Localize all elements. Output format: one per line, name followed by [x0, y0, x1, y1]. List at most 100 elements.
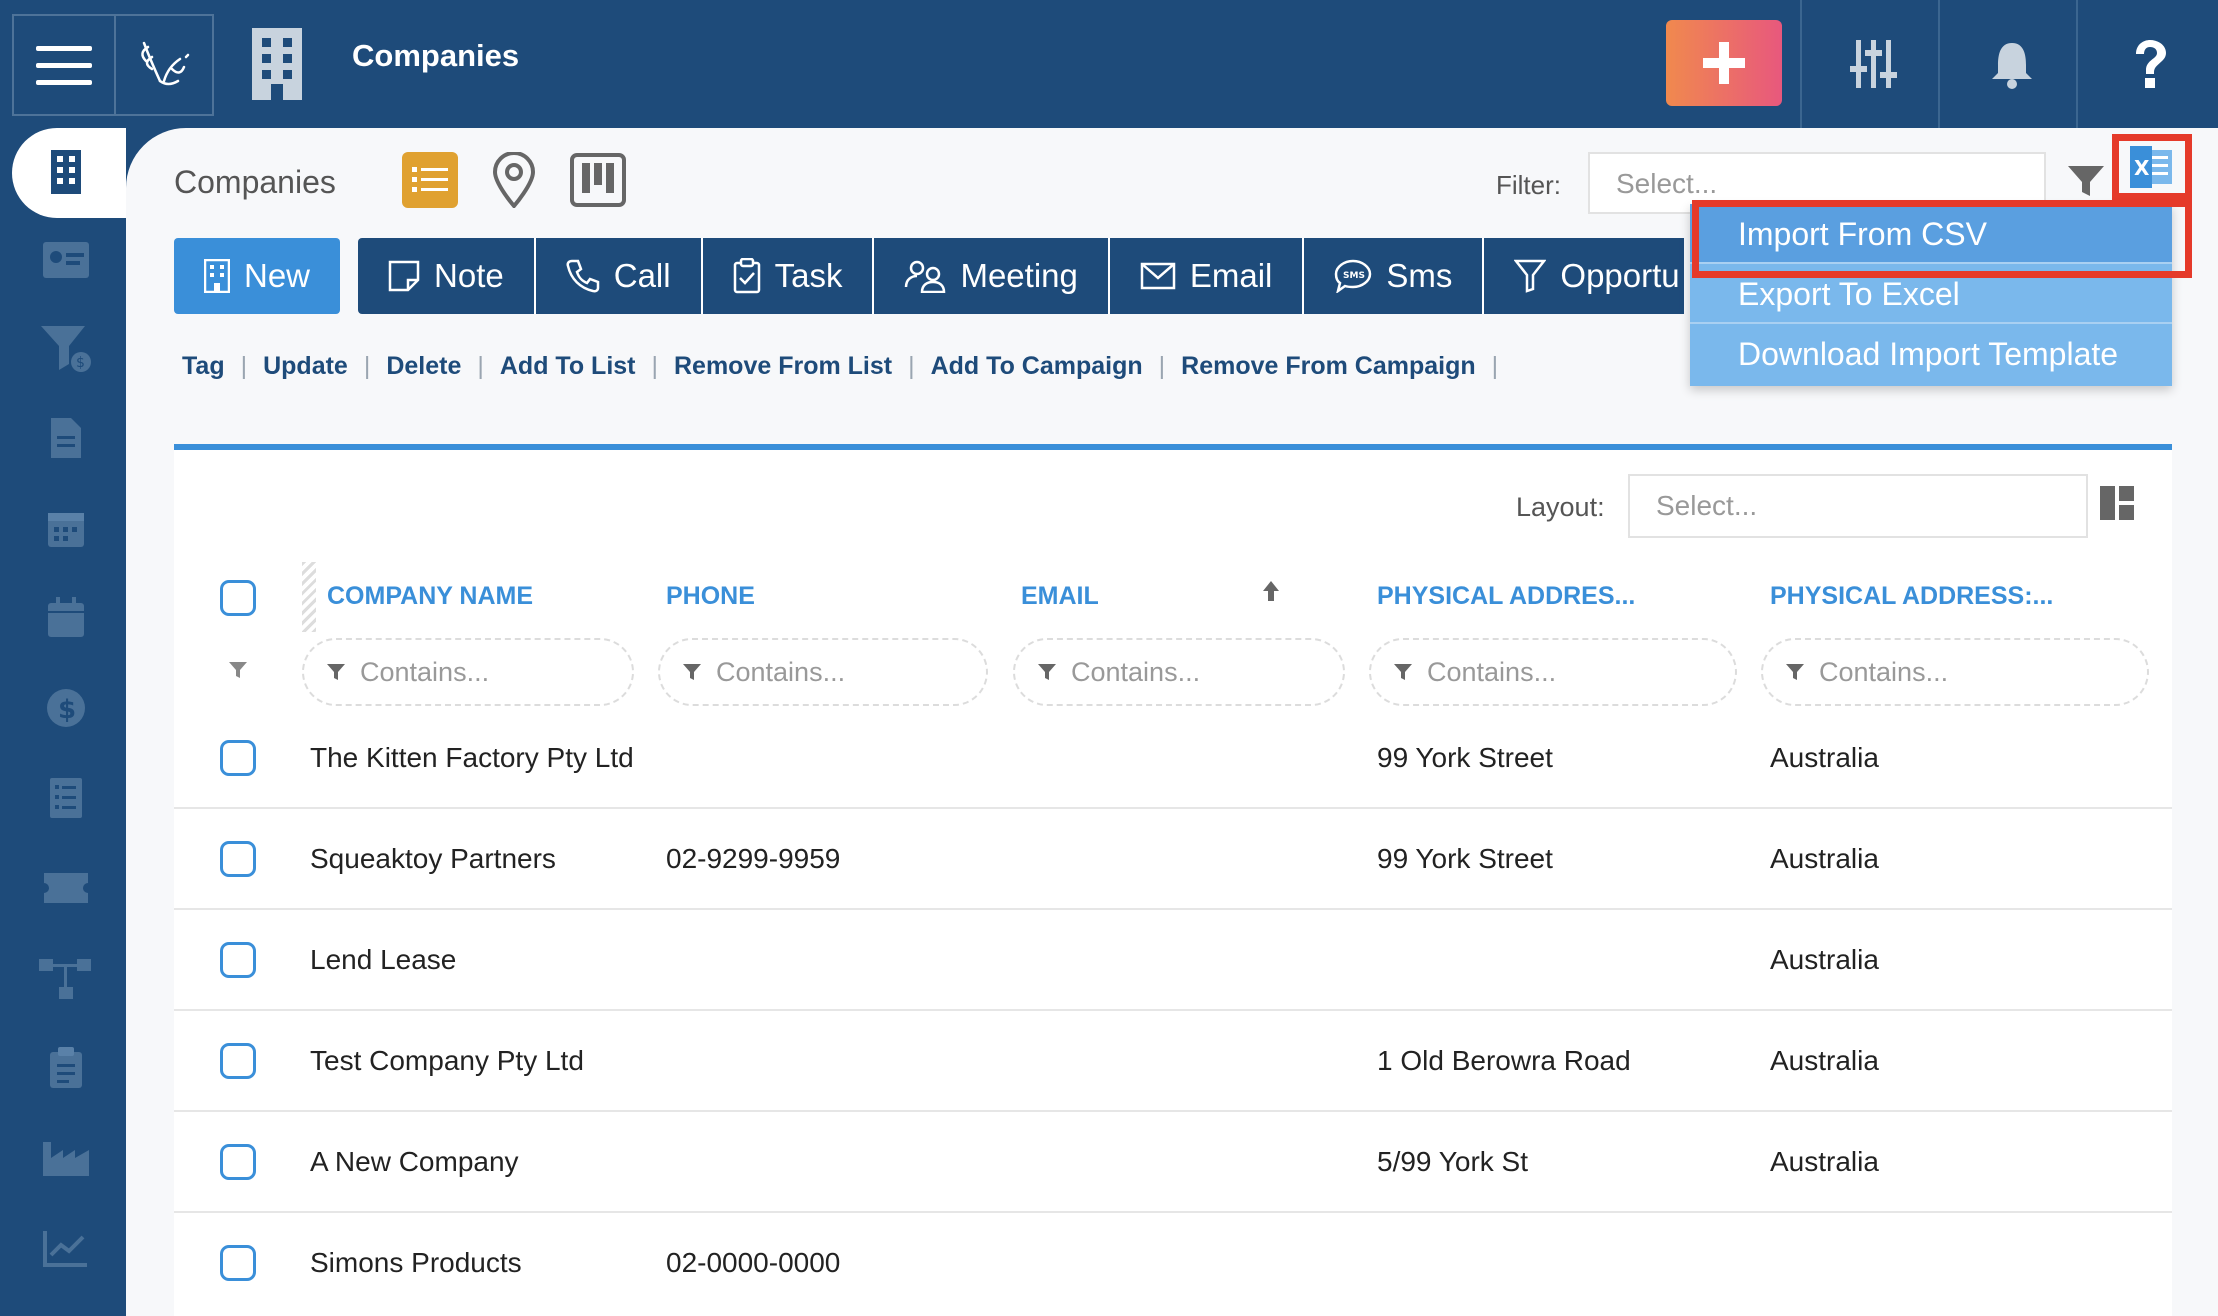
- contacts-card-icon[interactable]: [30, 230, 102, 290]
- workflow-icon[interactable]: [30, 948, 102, 1008]
- cell-country: Australia: [1770, 742, 1879, 773]
- svg-text:X: X: [2134, 156, 2150, 180]
- remove-from-campaign-link[interactable]: Remove From Campaign: [1181, 352, 1476, 381]
- tag-link[interactable]: Tag: [182, 352, 225, 381]
- funnel-icon: [1786, 664, 1804, 680]
- funnel-icon[interactable]: [2066, 160, 2110, 204]
- filter-physical-address[interactable]: Contains...: [1369, 638, 1737, 706]
- delete-link[interactable]: Delete: [386, 352, 461, 381]
- update-link[interactable]: Update: [263, 352, 348, 381]
- filter-company-name[interactable]: Contains...: [302, 638, 634, 706]
- column-header-company-name[interactable]: COMPANY NAME: [327, 582, 533, 611]
- table-row[interactable]: Squeaktoy Partners 02-9299-9959 99 York …: [174, 809, 2172, 910]
- calendar-alt-icon[interactable]: [30, 588, 102, 648]
- excel-export-button[interactable]: X: [2112, 134, 2192, 200]
- kanban-icon[interactable]: [570, 152, 626, 208]
- hamburger-menu-icon[interactable]: [14, 16, 116, 114]
- checklist-icon[interactable]: [30, 768, 102, 828]
- help-icon[interactable]: [2114, 30, 2186, 98]
- action-bar: New Note Call Task Meeting Email SMS Sms…: [174, 238, 1685, 316]
- table-row[interactable]: Simons Products 02-0000-0000: [174, 1213, 2172, 1314]
- cell-company-name[interactable]: A New Company: [310, 1146, 519, 1178]
- sms-button[interactable]: SMS Sms: [1304, 238, 1485, 314]
- phone-icon: [566, 259, 599, 293]
- row-checkbox[interactable]: [220, 841, 256, 877]
- filter-phone[interactable]: Contains...: [658, 638, 988, 706]
- call-button[interactable]: Call: [535, 238, 703, 314]
- column-resize-handle[interactable]: [302, 562, 316, 632]
- remove-from-list-link[interactable]: Remove From List: [674, 352, 892, 381]
- sort-ascending-icon[interactable]: [1262, 580, 1282, 604]
- cell-company-name[interactable]: Lend Lease: [310, 944, 456, 976]
- clipboard-icon[interactable]: [30, 1038, 102, 1098]
- plus-icon: [1703, 42, 1745, 84]
- leaf-logo-icon[interactable]: [116, 16, 212, 114]
- cell-address: 5/99 York St: [1377, 1146, 1529, 1177]
- note-button[interactable]: Note: [358, 238, 536, 314]
- top-separator: [1938, 0, 1940, 128]
- list-view-icon[interactable]: [402, 152, 458, 208]
- table-row[interactable]: A New Company 5/99 York St Australia: [174, 1112, 2172, 1213]
- select-all-checkbox[interactable]: [220, 580, 256, 616]
- table-row[interactable]: Test Company Pty Ltd 1 Old Berowra Road …: [174, 1011, 2172, 1112]
- add-button[interactable]: [1666, 20, 1782, 106]
- filter-physical-address-country[interactable]: Contains...: [1761, 638, 2149, 706]
- cell-company-name[interactable]: Simons Products: [310, 1247, 522, 1279]
- cell-company-name[interactable]: The Kitten Factory Pty Ltd: [310, 742, 634, 774]
- cell-company-name[interactable]: Squeaktoy Partners: [310, 843, 556, 875]
- cell-country: Australia: [1770, 1146, 1879, 1177]
- add-to-campaign-link[interactable]: Add To Campaign: [931, 352, 1143, 381]
- download-import-template-item[interactable]: Download Import Template: [1690, 324, 2172, 384]
- building-icon: [244, 26, 310, 100]
- filter-email[interactable]: Contains...: [1013, 638, 1345, 706]
- row-checkbox[interactable]: [220, 1144, 256, 1180]
- funnel-dollar-icon[interactable]: $: [30, 318, 102, 378]
- building-icon: [204, 259, 230, 293]
- opportunity-button[interactable]: Opportu: [1484, 238, 1685, 314]
- row-checkbox[interactable]: [220, 1245, 256, 1281]
- column-header-physical-address-country[interactable]: PHYSICAL ADDRESS:...: [1770, 582, 2053, 611]
- link-separator: |: [363, 352, 371, 380]
- layout-select[interactable]: Select...: [1628, 474, 2088, 538]
- chart-icon[interactable]: [30, 1218, 102, 1278]
- sms-icon: SMS: [1335, 259, 1372, 293]
- link-separator: |: [477, 352, 484, 380]
- add-to-list-link[interactable]: Add To List: [500, 352, 636, 381]
- task-button[interactable]: Task: [702, 238, 875, 314]
- sliders-icon[interactable]: [1838, 30, 1910, 98]
- link-separator: |: [1158, 352, 1166, 380]
- filter-placeholder: Contains...: [716, 656, 846, 687]
- row-checkbox[interactable]: [220, 740, 256, 776]
- map-pin-icon[interactable]: [486, 152, 542, 208]
- column-header-phone[interactable]: PHONE: [666, 582, 755, 611]
- bell-icon[interactable]: [1976, 30, 2048, 98]
- column-header-physical-address[interactable]: PHYSICAL ADDRES...: [1377, 582, 1635, 611]
- meeting-button[interactable]: Meeting: [874, 238, 1110, 314]
- envelope-icon: [1140, 262, 1176, 290]
- column-header-email[interactable]: EMAIL: [1021, 582, 1099, 611]
- email-button[interactable]: Email: [1109, 238, 1305, 314]
- funnel-icon: [683, 664, 701, 680]
- new-button[interactable]: New: [174, 238, 341, 314]
- funnel-icon: [1038, 664, 1056, 680]
- dollar-icon[interactable]: $: [30, 678, 102, 738]
- factory-icon[interactable]: [30, 1128, 102, 1188]
- menu-block: [12, 14, 214, 116]
- row-checkbox[interactable]: [220, 1043, 256, 1079]
- top-separator: [1800, 0, 1802, 128]
- cell-country: Australia: [1770, 944, 1879, 975]
- table-row[interactable]: The Kitten Factory Pty Ltd 99 York Stree…: [174, 708, 2172, 809]
- table-row[interactable]: Lend Lease Australia: [174, 910, 2172, 1011]
- cell-company-name[interactable]: Test Company Pty Ltd: [310, 1045, 584, 1077]
- bulk-action-links: Tag | Update | Delete | Add To List | Remove…: [182, 352, 1514, 381]
- page-title: Companies: [352, 38, 520, 73]
- row-checkbox[interactable]: [220, 942, 256, 978]
- funnel-icon: [327, 664, 345, 680]
- row-filter-icon[interactable]: [228, 660, 248, 680]
- cell-phone: 02-0000-0000: [666, 1247, 841, 1278]
- companies-icon[interactable]: [30, 142, 102, 202]
- layout-grid-icon[interactable]: [2100, 486, 2136, 522]
- document-icon[interactable]: [30, 408, 102, 468]
- calendar-icon[interactable]: [30, 498, 102, 558]
- ticket-icon[interactable]: [30, 858, 102, 918]
